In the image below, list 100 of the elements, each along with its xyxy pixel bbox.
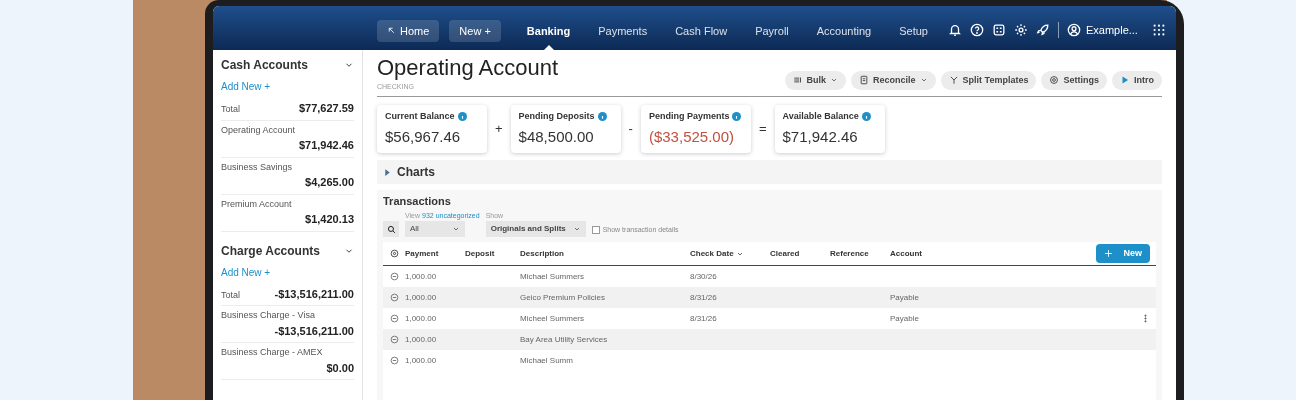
new-transaction-button[interactable]: New: [1096, 243, 1150, 264]
minus-circle-icon[interactable]: [389, 293, 399, 302]
nav-tab[interactable]: Payroll: [743, 19, 801, 50]
search-icon: [386, 224, 396, 234]
nav-tab[interactable]: Banking: [514, 19, 583, 50]
caret-down-icon: [572, 225, 581, 233]
operator-symbol: +: [495, 120, 503, 139]
stack-icon: [792, 75, 803, 86]
arrow-icon: [387, 26, 396, 36]
table-row[interactable]: 1,000.00 Geico Premium Policies 8/31/26 Payable: [383, 287, 1156, 308]
home-button[interactable]: Home: [377, 19, 440, 42]
account-name: Operating Account: [221, 123, 297, 137]
table-cell-text: Michael Summers: [520, 270, 585, 283]
toolbar-button[interactable]: Reconcile: [851, 70, 936, 90]
table-cell-text: Geico Premium Policies: [520, 291, 606, 304]
minus-circle-icon[interactable]: [389, 272, 399, 281]
balance-label: Current Balance: [385, 110, 455, 123]
nav-tab[interactable]: Setup: [887, 19, 940, 50]
table-cell-text: 1,000.00: [405, 270, 438, 283]
charts-section-toggle[interactable]: Charts: [377, 160, 1162, 184]
table-cell-text: Payable: [890, 312, 920, 325]
notification-bell-icon[interactable]: [947, 22, 962, 37]
toolbar-button[interactable]: Intro: [1111, 70, 1162, 90]
account-item[interactable]: Total $77,627.59: [221, 97, 354, 121]
add-new-link[interactable]: Add New +: [221, 264, 354, 280]
account-group-header[interactable]: Cash Accounts: [221, 56, 354, 74]
table-row[interactable]: 1,000.00 Bay Area Utility Services: [383, 329, 1156, 350]
table-cell-text: Payable: [890, 291, 920, 304]
account-item[interactable]: Total -$13,516,211.00: [221, 282, 354, 306]
table-cell-text: 1,000.00: [405, 312, 438, 325]
nav-tab[interactable]: Accounting: [804, 19, 884, 50]
column-header[interactable]: Deposit: [465, 247, 520, 260]
page-title: Operating Account: [377, 54, 558, 82]
settings-icon: [1049, 75, 1060, 86]
section-title: Transactions: [383, 194, 452, 209]
balance-amount: $56,967.46: [385, 126, 462, 147]
info-icon: [597, 112, 607, 122]
column-header[interactable]: Reference: [830, 247, 890, 260]
column-header[interactable]: Account: [890, 247, 960, 260]
balance-label: Pending Deposits: [518, 110, 595, 123]
minus-circle-icon[interactable]: [389, 356, 399, 365]
info-icon: [861, 112, 871, 122]
table-cell-text: Micheel Summers: [520, 312, 585, 325]
settings-icon[interactable]: [389, 249, 399, 258]
app-grid-icon[interactable]: [1151, 22, 1166, 37]
account-item[interactable]: Operating Account $71,942.46: [221, 120, 354, 158]
balance-amount: $71,942.46: [782, 126, 859, 147]
toolbar-button[interactable]: Settings: [1041, 70, 1107, 90]
account-name: Business Charge - AMEX: [221, 346, 324, 359]
operator-symbol: =: [758, 120, 767, 139]
column-header[interactable]: Description: [520, 247, 690, 260]
table-cell-text: Bay Area Utility Services: [520, 333, 609, 346]
account-balance: $4,265.00: [305, 175, 354, 190]
account-balance: $71,942.46: [298, 138, 354, 153]
column-header[interactable]: Payment: [405, 247, 465, 260]
account-balance: $77,627.59: [298, 101, 354, 116]
triangle-right-icon: [383, 167, 392, 177]
nav-tab[interactable]: Cash Flow: [663, 19, 740, 50]
add-new-link[interactable]: Add New +: [221, 79, 354, 94]
table-cell-text: 1,000.00: [405, 291, 438, 304]
balance-amount: ($33,525.00): [648, 126, 735, 147]
split-arrow-icon: [948, 75, 959, 86]
checkbox[interactable]: [591, 225, 600, 234]
account-item[interactable]: Business Savings $4,265.00: [221, 157, 354, 195]
toolbar-button[interactable]: Bulk: [784, 70, 846, 90]
account-name: Total: [221, 103, 240, 116]
account-name: Premium Account: [221, 197, 293, 211]
minus-circle-icon[interactable]: [389, 314, 399, 323]
user-icon: [1066, 22, 1081, 37]
table-cell-text: 8/31/26: [690, 291, 718, 304]
account-item[interactable]: Business Charge - AMEX $0.00: [221, 343, 354, 380]
filter-dropdown[interactable]: All: [405, 221, 465, 237]
help-icon[interactable]: [969, 22, 984, 37]
balance-label: Available Balance: [782, 110, 859, 123]
rocket-icon[interactable]: [1035, 22, 1050, 37]
account-item[interactable]: Business Charge - Visa -$13,516,211.00: [221, 306, 354, 343]
account-balance: $1,420.13: [305, 212, 354, 227]
calculator-icon[interactable]: [991, 22, 1006, 37]
new-menu-button[interactable]: New +: [449, 19, 501, 42]
account-balance: $0.00: [326, 360, 354, 376]
document-icon: [859, 75, 869, 86]
minus-circle-icon[interactable]: [389, 335, 399, 344]
table-cell-text: Michael Summ: [520, 354, 574, 367]
table-cell-text: 1,000.00: [405, 333, 438, 346]
account-name: Business Savings: [221, 160, 294, 174]
table-cell-text: 8/31/26: [690, 312, 718, 325]
column-header[interactable]: Check Date: [690, 247, 770, 260]
search-button[interactable]: [383, 221, 399, 237]
operator-symbol: -: [628, 120, 633, 139]
user-menu[interactable]: Example...: [1066, 21, 1138, 38]
account-group-header[interactable]: Charge Accounts: [221, 241, 354, 260]
account-balance: -$13,516,211.00: [274, 286, 354, 302]
table-cell-text: 8/30/26: [690, 270, 718, 283]
toolbar-button[interactable]: Split Templates: [940, 70, 1037, 90]
column-header[interactable]: Cleared: [770, 247, 830, 260]
show-dropdown[interactable]: Originals and Splits: [485, 221, 586, 237]
info-icon: [732, 112, 742, 122]
account-item[interactable]: Premium Account $1,420.13: [221, 194, 354, 232]
account-name: Business Charge - Visa: [221, 309, 316, 322]
nav-tab[interactable]: Payments: [586, 19, 660, 50]
